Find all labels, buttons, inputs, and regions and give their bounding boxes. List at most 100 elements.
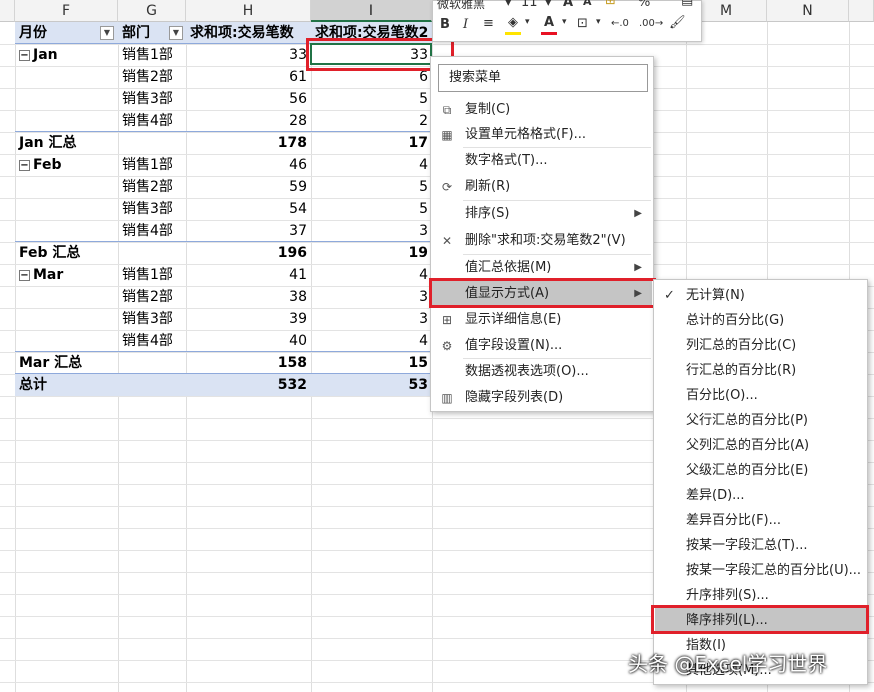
value-cell-h[interactable]: 61	[186, 66, 311, 88]
value-cell-h[interactable]: 28	[186, 110, 311, 132]
department-cell[interactable]: 销售3部	[118, 308, 186, 330]
font-size-dropdown-icon[interactable]: ▾	[545, 0, 552, 10]
decrease-decimal-icon[interactable]: .00→	[639, 18, 663, 29]
font-size-box[interactable]: 11	[521, 0, 538, 10]
value-cell-h[interactable]: 33	[186, 44, 311, 66]
month-filter-dropdown-icon[interactable]: ▼	[100, 26, 114, 40]
submenu-item[interactable]: 差异(D)...	[655, 483, 866, 508]
borders-icon[interactable]: ⊡	[577, 16, 588, 31]
context-menu-item[interactable]: 值汇总依据(M) ▶	[432, 255, 652, 280]
value-cell-h[interactable]: 158	[186, 352, 311, 374]
month-group-cell[interactable]: − Jan	[15, 44, 118, 66]
value-cell-i[interactable]: 4	[311, 154, 432, 176]
department-cell[interactable]: 销售1部	[118, 154, 186, 176]
submenu-item[interactable]: 总计的百分比(G)	[655, 308, 866, 333]
value-cell-i[interactable]: 5	[311, 88, 432, 110]
context-menu-item[interactable]: ⚙ 值字段设置(N)...	[432, 333, 652, 358]
value-cell-i[interactable]: 4	[311, 330, 432, 352]
collapse-icon[interactable]: −	[19, 49, 30, 61]
department-cell[interactable]: 销售4部	[118, 220, 186, 242]
submenu-item[interactable]: 差异百分比(F)...	[655, 508, 866, 533]
italic-button[interactable]: I	[463, 17, 468, 32]
increase-font-icon[interactable]: A	[563, 0, 573, 10]
column-header-n[interactable]: N	[767, 0, 849, 22]
submenu-item[interactable]: 按某一字段汇总(T)...	[655, 533, 866, 558]
department-cell[interactable]: 销售3部	[118, 198, 186, 220]
department-cell[interactable]: 销售1部	[118, 44, 186, 66]
submenu-item[interactable]: 按某一字段汇总的百分比(U)...	[655, 558, 866, 583]
value-cell-h[interactable]: 41	[186, 264, 311, 286]
value-cell-h[interactable]: 178	[186, 132, 311, 154]
value-cell-h[interactable]: 39	[186, 308, 311, 330]
subtotal-label[interactable]: Feb 汇总	[15, 242, 118, 264]
department-cell[interactable]: 销售4部	[118, 330, 186, 352]
value-cell-i[interactable]: 5	[311, 176, 432, 198]
collapse-icon[interactable]: −	[19, 269, 30, 281]
value-cell-i[interactable]: 2	[311, 110, 432, 132]
increase-decimal-icon[interactable]: ←.0	[611, 18, 629, 29]
font-color-icon[interactable]: A	[541, 15, 557, 35]
submenu-item[interactable]: 列汇总的百分比(C)	[655, 333, 866, 358]
subtotal-label[interactable]: 总计	[15, 374, 118, 396]
department-cell[interactable]: 销售1部	[118, 264, 186, 286]
format-icon[interactable]: ⊞	[605, 0, 616, 8]
department-cell[interactable]: 销售4部	[118, 110, 186, 132]
department-cell[interactable]: 销售2部	[118, 66, 186, 88]
column-header-f[interactable]: F	[15, 0, 118, 22]
context-menu-item[interactable]: ▥ 隐藏字段列表(D)	[432, 385, 652, 410]
collapse-icon[interactable]: −	[19, 159, 30, 171]
font-name-box[interactable]: 微软雅黑	[437, 0, 485, 12]
value-cell-i[interactable]: 3	[311, 286, 432, 308]
value-cell-i[interactable]: 17	[311, 132, 432, 154]
menu-search-input[interactable]: 搜索菜单	[438, 64, 648, 92]
value-cell-h[interactable]: 54	[186, 198, 311, 220]
submenu-item[interactable]: 父列汇总的百分比(A)	[655, 433, 866, 458]
context-menu-item[interactable]: 排序(S) ▶	[432, 201, 652, 226]
value-cell-i[interactable]: 15	[311, 352, 432, 374]
value-cell-i[interactable]: 3	[311, 308, 432, 330]
submenu-item[interactable]: 行汇总的百分比(R)	[655, 358, 866, 383]
fill-color-dropdown-icon[interactable]: ▾	[525, 17, 530, 27]
context-menu-item[interactable]: ✕ 删除"求和项:交易笔数2"(V)	[432, 228, 652, 253]
submenu-item[interactable]: 父级汇总的百分比(E)	[655, 458, 866, 483]
department-filter-dropdown-icon[interactable]: ▼	[169, 26, 183, 40]
value-cell-h[interactable]: 196	[186, 242, 311, 264]
value-cell-h[interactable]: 37	[186, 220, 311, 242]
value-cell-i[interactable]: 3	[311, 220, 432, 242]
value-cell-h[interactable]: 46	[186, 154, 311, 176]
submenu-item[interactable]: 父行汇总的百分比(P)	[655, 408, 866, 433]
value-cell-h[interactable]: 56	[186, 88, 311, 110]
month-group-cell[interactable]: − Mar	[15, 264, 118, 286]
month-group-cell[interactable]: − Feb	[15, 154, 118, 176]
corner-select-all[interactable]	[0, 0, 15, 22]
value-cell-i[interactable]: 19	[311, 242, 432, 264]
borders-dropdown-icon[interactable]: ▾	[596, 17, 601, 27]
font-name-dropdown-icon[interactable]: ▾	[505, 0, 512, 10]
value-cell-h[interactable]: 40	[186, 330, 311, 352]
context-menu-item[interactable]: 数字格式(T)...	[432, 148, 652, 173]
bold-button[interactable]: B	[440, 17, 450, 32]
context-menu-item[interactable]: ⧉ 复制(C)	[432, 97, 652, 122]
value-cell-h[interactable]: 59	[186, 176, 311, 198]
column-header-i[interactable]: I	[311, 0, 432, 22]
value-cell-h[interactable]: 532	[186, 374, 311, 396]
column-header-h[interactable]: H	[186, 0, 311, 22]
value-cell-i[interactable]: 5	[311, 198, 432, 220]
decrease-font-icon[interactable]: A	[583, 0, 592, 8]
subtotal-label[interactable]: Jan 汇总	[15, 132, 118, 154]
submenu-item[interactable]: 百分比(O)...	[655, 383, 866, 408]
department-cell[interactable]: 销售2部	[118, 286, 186, 308]
department-cell[interactable]: 销售2部	[118, 176, 186, 198]
department-cell[interactable]: 销售3部	[118, 88, 186, 110]
column-header-o[interactable]	[849, 0, 874, 22]
value-cell-i[interactable]: 53	[311, 374, 432, 396]
value-cell-i[interactable]: 4	[311, 264, 432, 286]
submenu-item[interactable]: ✓ 无计算(N)	[655, 283, 866, 308]
percent-style-button[interactable]: %	[638, 0, 650, 10]
format-painter-icon[interactable]: 🖌	[669, 15, 686, 30]
context-menu-item[interactable]: ⟳ 刷新(R)	[432, 174, 652, 199]
table-format-icon[interactable]: ▤	[681, 0, 693, 8]
context-menu-item[interactable]: ⊞ 显示详细信息(E)	[432, 307, 652, 332]
font-color-dropdown-icon[interactable]: ▾	[562, 17, 567, 27]
column-header-g[interactable]: G	[118, 0, 186, 22]
